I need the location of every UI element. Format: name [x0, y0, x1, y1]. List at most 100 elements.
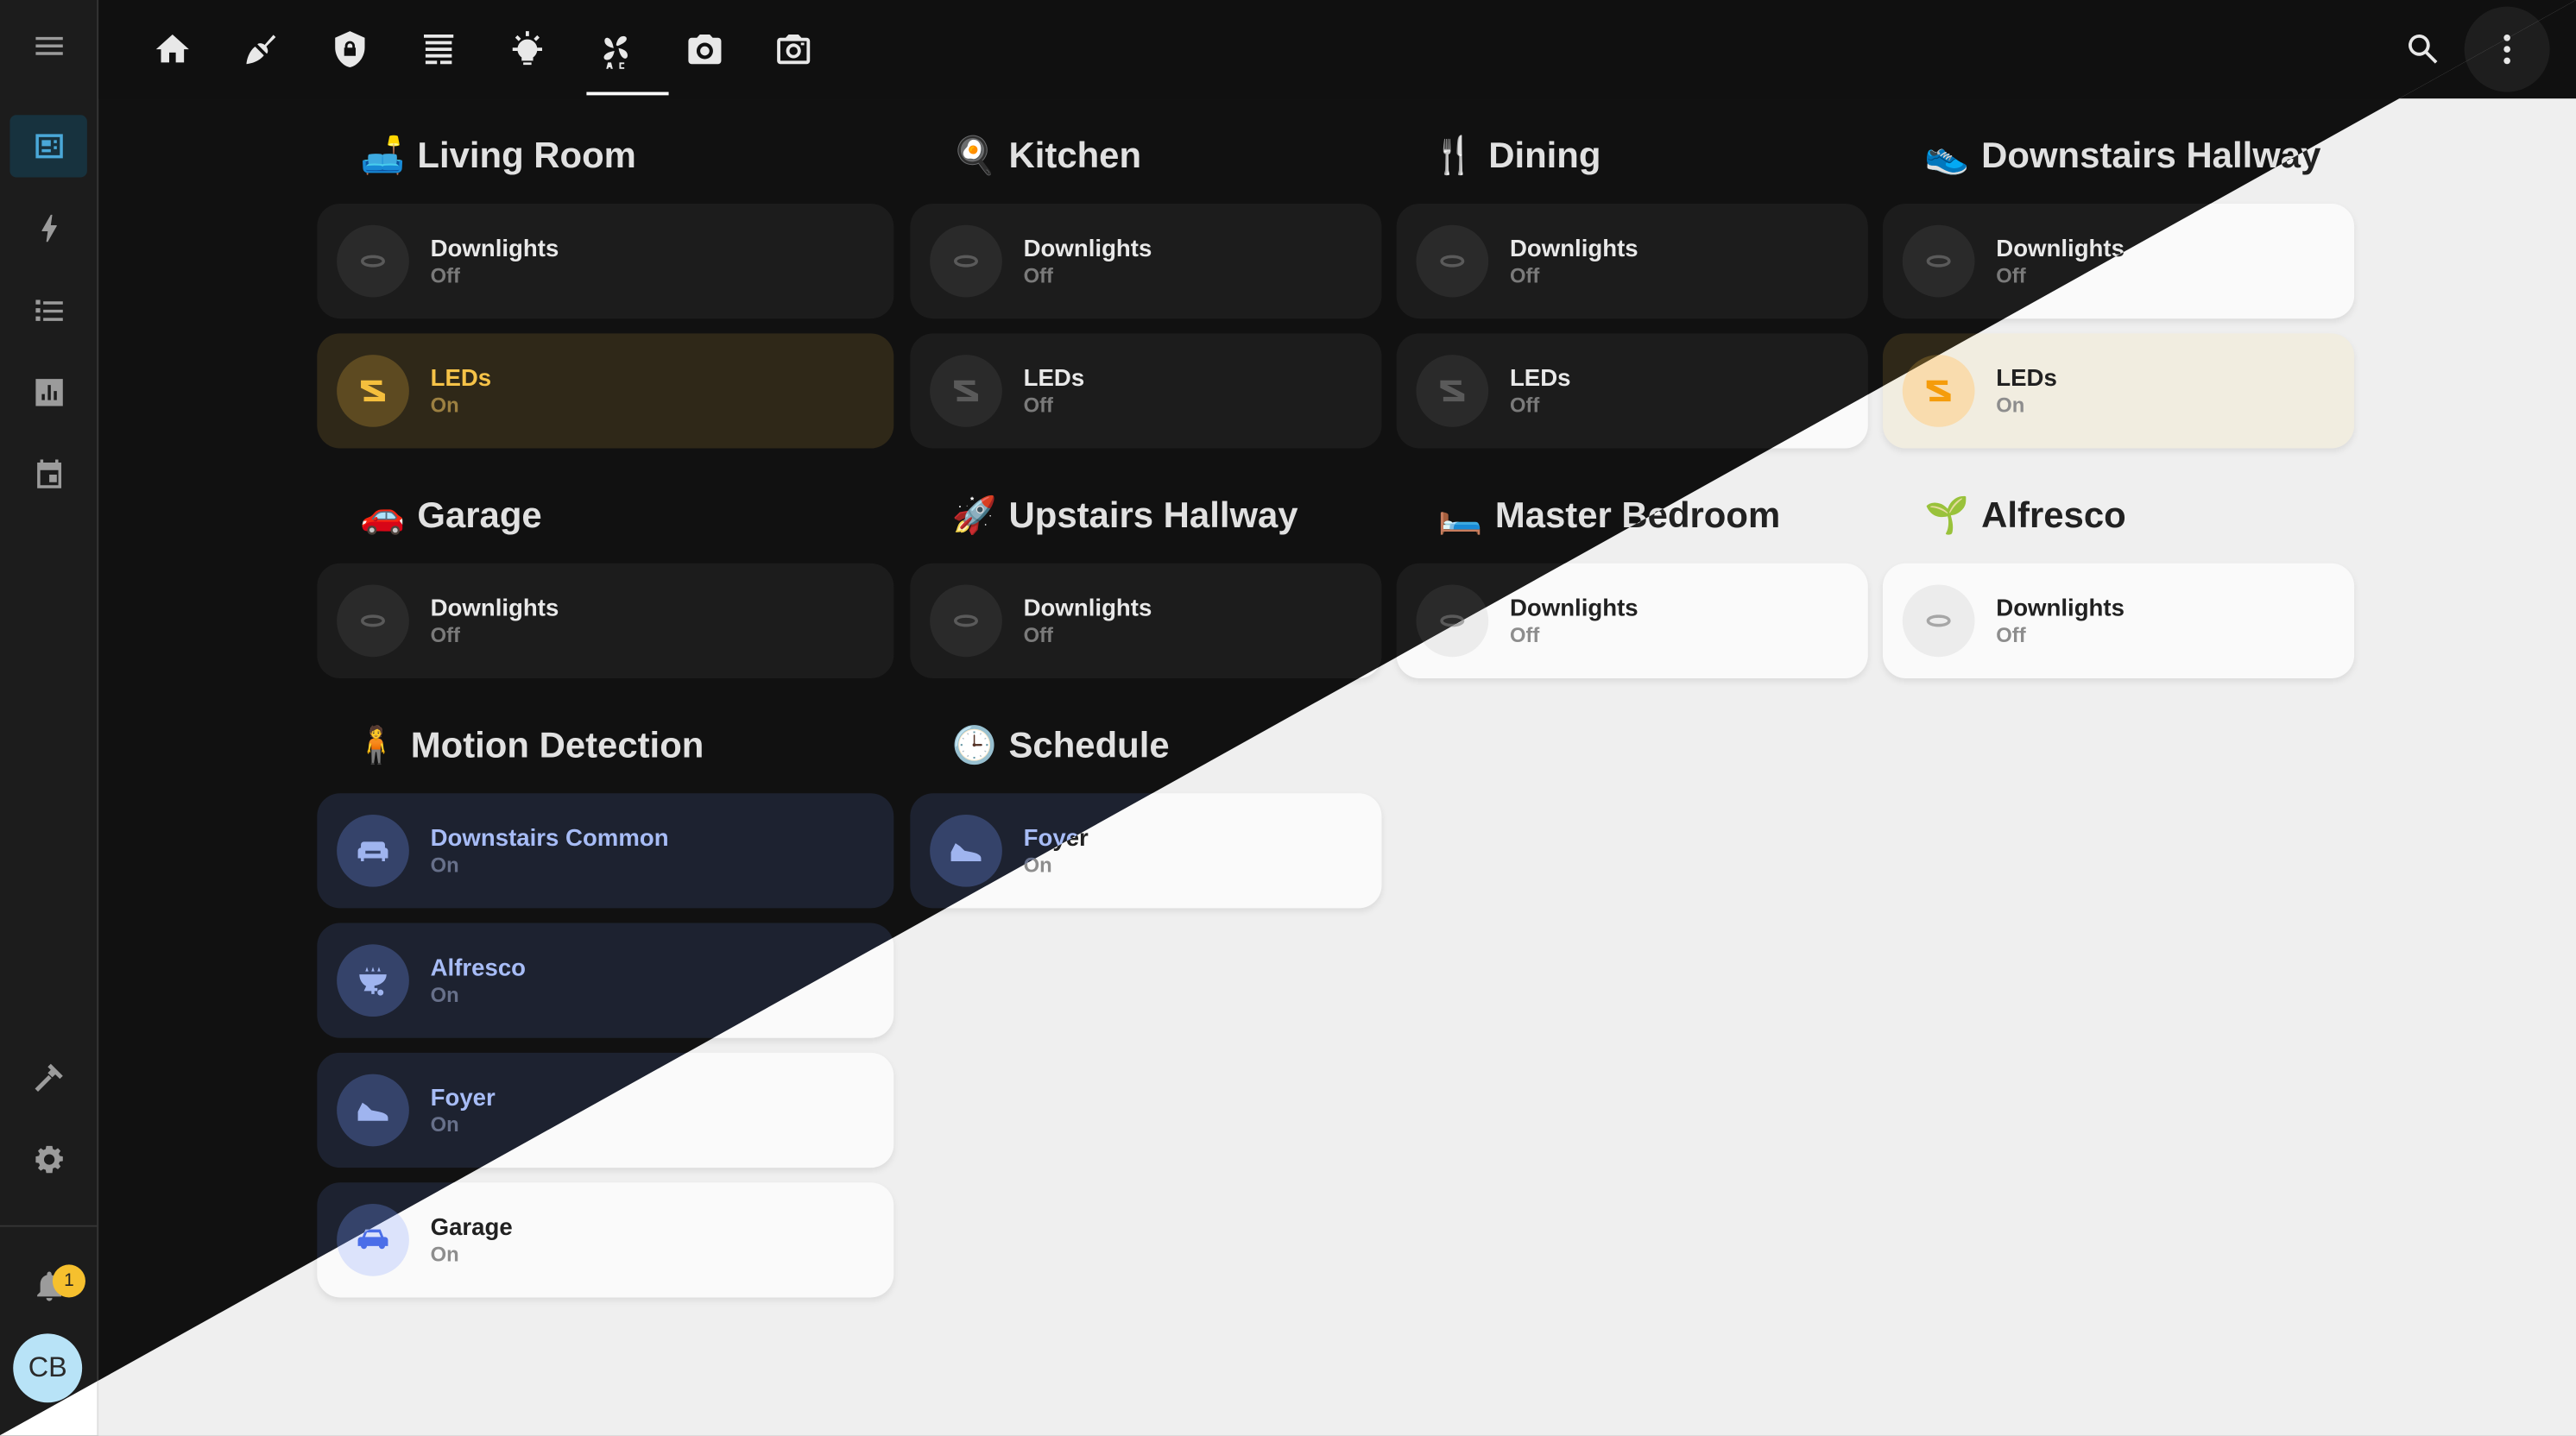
shield-lock-icon [335, 31, 365, 68]
card-state: On [430, 1243, 459, 1267]
ceiling-light-icon [1902, 584, 1975, 658]
led-strip-icon [930, 355, 1002, 427]
ceiling-light-icon [930, 224, 1002, 298]
grill-icon [337, 944, 409, 1017]
sidebar-item-history[interactable] [9, 362, 86, 424]
ceiling-light-icon [1902, 224, 1975, 298]
section-title-kitchen: 🍳Kitchen [951, 135, 1142, 176]
card-state: Off [1509, 624, 1540, 647]
tab-climate[interactable] [580, 13, 653, 85]
bed-icon: 🛏️ [1437, 494, 1483, 536]
gear-icon [35, 1145, 62, 1174]
light-card-living-room-downlights[interactable]: DownlightsOff [317, 203, 894, 319]
ceiling-light-icon [337, 584, 409, 658]
section-title-motion-detection: 🧍Motion Detection [353, 724, 704, 765]
garage-door-icon [423, 34, 454, 65]
shoe-sneaker-icon [930, 814, 1002, 887]
sidebar-item-developer-tools[interactable] [9, 1046, 86, 1108]
light-card-living-room-leds[interactable]: LEDsOn [317, 333, 894, 449]
sidebar-item-dashboard[interactable] [9, 115, 87, 178]
clock-icon: 🕒 [951, 724, 997, 765]
section-title-schedule: 🕒Schedule [951, 724, 1170, 765]
sidebar-item-calendar[interactable] [9, 444, 86, 506]
card-name: Garage [430, 1215, 513, 1242]
seedling-icon: 🌱 [1924, 494, 1970, 536]
tab-home[interactable] [136, 13, 209, 85]
card-state: On [430, 983, 459, 1007]
person-standing-icon: 🧍 [353, 724, 399, 765]
tab-cameras[interactable] [669, 13, 742, 85]
light-card-downstairs-hallway-leds[interactable]: LEDsOn [1882, 333, 2355, 449]
card-name: Downlights [430, 236, 559, 263]
card-name: LEDs [1996, 366, 2057, 393]
active-tab-indicator [586, 91, 669, 96]
rocket-icon: 🚀 [951, 494, 997, 536]
light-card-dining-downlights[interactable]: DownlightsOff [1396, 203, 1868, 319]
section-title-living-room: 🛋️Living Room [360, 135, 636, 176]
lightning-bolt-icon [41, 214, 56, 242]
card-name: Alfresco [430, 955, 527, 983]
card-name: Downlights [1509, 236, 1638, 263]
sidebar-item-energy[interactable] [9, 197, 86, 259]
shoe-sneaker-icon [337, 1074, 409, 1147]
motion-card-downstairs-common[interactable]: Downstairs CommonOn [317, 793, 894, 909]
light-card-garage-downlights[interactable]: DownlightsOff [317, 563, 894, 678]
search-button[interactable] [2397, 23, 2450, 76]
card-state: Off [1023, 624, 1054, 647]
card-state: On [430, 394, 459, 418]
card-name: Downstairs Common [430, 826, 669, 853]
fork-knife-icon: 🍴 [1431, 135, 1477, 176]
tab-lighting[interactable] [491, 13, 564, 85]
card-state: On [430, 1113, 459, 1137]
sidebar: 1 CB [0, 0, 99, 1436]
card-state: Off [430, 264, 460, 288]
section-title-upstairs-hallway: 🚀Upstairs Hallway [951, 494, 1298, 536]
tab-cleaning[interactable] [225, 13, 298, 85]
ceiling-light-icon [930, 584, 1002, 658]
search-icon [2409, 34, 2438, 64]
card-state: On [1996, 394, 2025, 418]
card-name: LEDs [430, 366, 492, 393]
light-card-dining-leds[interactable]: LEDsOff [1396, 333, 1868, 449]
card-name: LEDs [1023, 366, 1085, 393]
card-state: Off [1023, 394, 1054, 418]
light-card-upstairs-hallway-downlights[interactable]: DownlightsOff [910, 563, 1382, 678]
shoe-icon: 👟 [1924, 135, 1970, 176]
card-name: Foyer [430, 1085, 496, 1112]
sofa-icon [337, 814, 409, 887]
sidebar-item-logbook[interactable] [9, 280, 86, 342]
tab-security[interactable] [313, 13, 386, 85]
card-state: On [430, 853, 459, 878]
lightbulb-on-icon [512, 31, 543, 66]
camera-icon [688, 34, 722, 65]
frying-pan-icon: 🍳 [951, 135, 997, 176]
card-name: Downlights [1023, 236, 1152, 263]
card-name: Downlights [430, 595, 559, 623]
couch-icon: 🛋️ [360, 135, 406, 176]
tab-cameras-2[interactable] [757, 13, 830, 85]
card-name: Downlights [1996, 236, 2125, 263]
ceiling-light-icon [1416, 224, 1489, 298]
section-title-garage: 🚗Garage [360, 494, 542, 536]
led-strip-icon [1416, 355, 1489, 427]
card-state: Off [1996, 624, 2026, 647]
broom-icon [246, 35, 276, 65]
home-icon [155, 34, 189, 63]
tab-garage[interactable] [402, 13, 475, 85]
card-state: Off [1509, 264, 1540, 288]
light-card-kitchen-downlights[interactable]: DownlightsOff [910, 203, 1382, 319]
menu-icon[interactable] [9, 15, 86, 77]
card-state: Off [1023, 264, 1054, 288]
section-title-alfresco: 🌱Alfresco [1924, 494, 2126, 536]
section-title-dining: 🍴Dining [1431, 135, 1601, 176]
card-state: Off [1509, 394, 1540, 418]
light-card-kitchen-leds[interactable]: LEDsOff [910, 333, 1382, 449]
user-avatar[interactable]: CB [13, 1333, 83, 1403]
card-name: LEDs [1509, 366, 1571, 393]
light-card-alfresco-downlights[interactable]: DownlightsOff [1882, 563, 2355, 678]
top-bar [98, 0, 2576, 99]
card-name: Downlights [1996, 595, 2125, 623]
card-state: Off [430, 624, 460, 647]
sidebar-item-settings[interactable] [9, 1128, 86, 1190]
ceiling-light-icon [337, 224, 409, 298]
